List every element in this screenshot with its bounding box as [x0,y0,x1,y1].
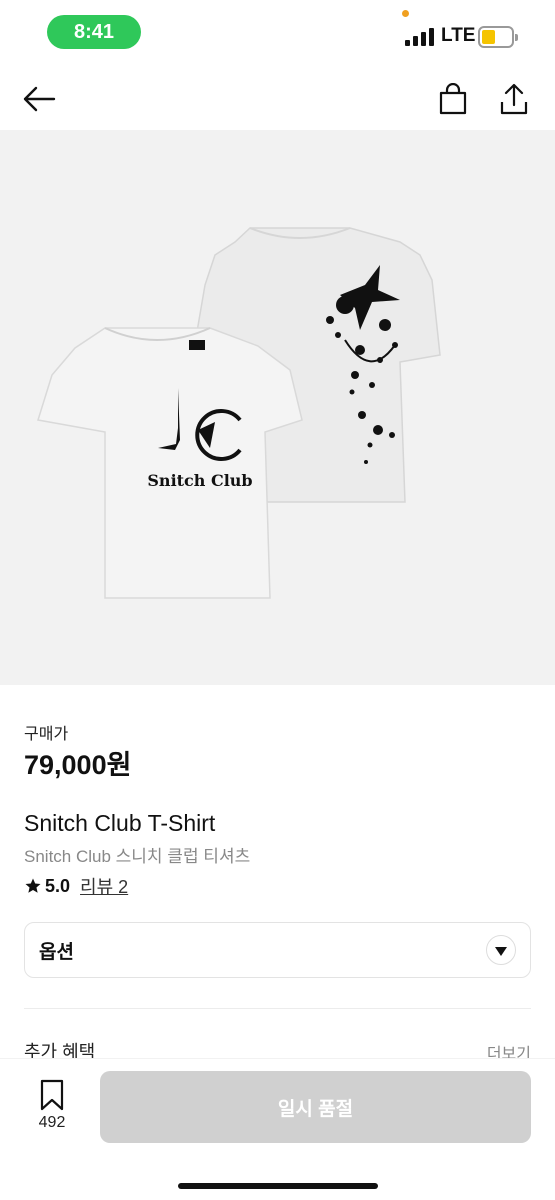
divider [24,1008,531,1009]
star-icon [25,878,41,893]
rating-row: 5.0 리뷰 2 [24,873,128,899]
product-price: 79,000원 [24,750,132,780]
share-button[interactable] [493,78,535,120]
product-subtitle: Snitch Club 스니치 클럽 티셔츠 [24,847,251,866]
status-bar: 8:41 LTE [0,0,555,70]
share-icon [500,83,528,115]
back-button[interactable] [18,78,60,120]
wishlist-button[interactable]: 492 [24,1079,80,1132]
chevron-down-icon [486,935,516,965]
shopping-bag-button[interactable] [432,78,474,120]
review-link[interactable]: 리뷰 2 [80,873,128,899]
option-selector[interactable]: 옵션 [24,922,531,978]
bookmark-icon [40,1079,64,1111]
network-type: LTE [441,25,476,46]
product-image[interactable]: Snitch Club [0,130,555,685]
rating-value: 5.0 [45,875,71,896]
battery-icon [478,26,518,48]
arrow-left-icon [23,86,56,112]
option-label: 옵션 [39,941,74,963]
sold-out-button[interactable]: 일시 품절 [100,1071,531,1143]
bottom-action-bar: 492 일시 품절 [0,1058,555,1200]
product-name: Snitch Club T-Shirt [24,810,216,836]
shirt-front-logo: Snitch Club [147,471,252,490]
shirt-front-illustration [37,327,303,599]
top-nav [0,70,555,128]
privacy-indicator-icon [402,10,409,17]
wishlist-count: 492 [38,1114,66,1131]
shopping-bag-icon [439,83,467,115]
price-label: 구매가 [24,726,69,743]
signal-icon [405,28,434,46]
home-indicator [178,1183,378,1189]
status-time: 8:41 [47,15,141,49]
